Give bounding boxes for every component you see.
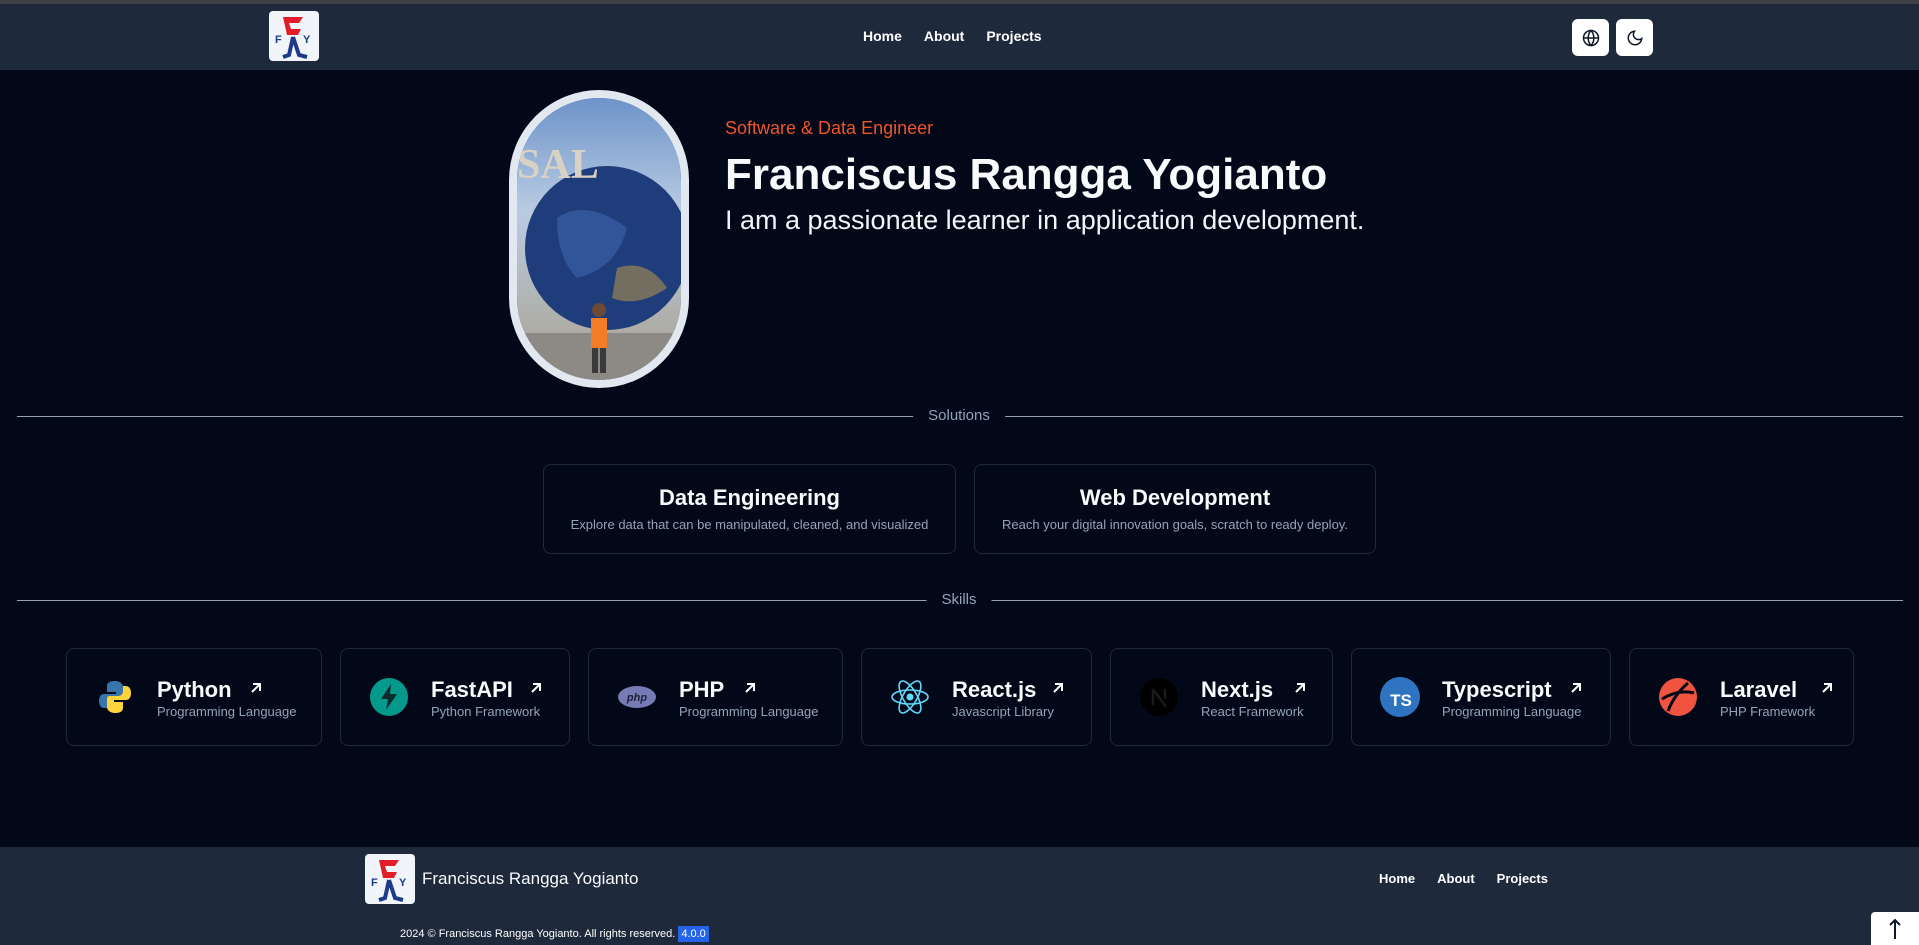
hero-tagline: I am a passionate learner in application… — [725, 205, 1365, 235]
solution-description: Reach your digital innovation goals, scr… — [1002, 517, 1348, 532]
svg-text:F: F — [371, 877, 378, 889]
skill-subtitle: PHP Framework — [1720, 704, 1816, 719]
skill-card-reactjs[interactable]: React.js Javascript Library — [861, 648, 1092, 746]
arrow-up-icon — [1889, 918, 1901, 939]
svg-text:Y: Y — [399, 877, 407, 889]
skill-card-typescript[interactable]: TS Typescript Programming Language — [1351, 648, 1611, 746]
footer-nav: Home About Projects — [1379, 871, 1548, 886]
profile-photo-graphic: SAL — [517, 98, 681, 380]
scroll-to-top-button[interactable] — [1871, 912, 1919, 945]
skill-subtitle: Programming Language — [679, 704, 819, 719]
theme-toggle-button[interactable] — [1616, 19, 1653, 56]
laravel-icon — [1659, 678, 1697, 716]
svg-text:SAL: SAL — [517, 142, 599, 188]
arrow-up-right-icon — [251, 683, 261, 693]
main-nav: Home About Projects — [863, 28, 1042, 44]
footer-nav-projects[interactable]: Projects — [1497, 871, 1548, 886]
svg-text:TS: TS — [1390, 691, 1412, 710]
globe-icon — [1582, 28, 1599, 47]
solution-title: Web Development — [1079, 485, 1271, 510]
hero-role: Software & Data Engineer — [725, 118, 934, 138]
arrow-up-right-icon — [1822, 683, 1832, 693]
python-icon — [99, 681, 131, 713]
skill-subtitle: Programming Language — [157, 704, 297, 719]
solutions-label: Solutions — [913, 407, 1005, 424]
skill-title: FastAPI — [431, 677, 513, 702]
react-icon — [891, 680, 929, 714]
solution-card-web-development[interactable]: Web Development Reach your digital innov… — [974, 464, 1376, 554]
footer-site-name: Franciscus Rangga Yogianto — [422, 869, 639, 888]
svg-text:php: php — [626, 692, 647, 704]
nextjs-icon — [1140, 678, 1178, 716]
php-icon: php — [618, 686, 656, 708]
solution-title: Data Engineering — [659, 485, 840, 510]
moon-icon — [1627, 29, 1643, 45]
footer-logo[interactable]: F Y — [365, 854, 415, 904]
skill-title: Next.js — [1201, 677, 1274, 702]
skill-title: Typescript — [1442, 677, 1552, 702]
skill-title: Python — [157, 677, 232, 702]
skill-subtitle: React Framework — [1201, 704, 1304, 719]
nav-home[interactable]: Home — [863, 28, 902, 44]
footer-nav-about[interactable]: About — [1437, 871, 1475, 886]
skill-subtitle: Programming Language — [1442, 704, 1582, 719]
skills-label: Skills — [926, 591, 992, 608]
version-badge: 4.0.0 — [678, 926, 709, 942]
skill-card-fastapi[interactable]: FastAPI Python Framework — [340, 648, 570, 746]
copyright-text: 2024 © Franciscus Rangga Yogianto. All r… — [400, 926, 709, 942]
skill-subtitle: Python Framework — [431, 704, 541, 719]
skill-title: React.js — [952, 677, 1037, 702]
logo-graphic: F Y — [371, 860, 407, 902]
solution-description: Explore data that can be manipulated, cl… — [570, 517, 929, 532]
copyright-label: 2024 © Franciscus Rangga Yogianto. All r… — [400, 928, 676, 940]
footer-nav-home[interactable]: Home — [1379, 871, 1415, 886]
hero-name: Franciscus Rangga Yogianto — [725, 150, 1328, 199]
logo-graphic: F Y — [275, 17, 311, 59]
top-navbar: F Y Home About Projects — [0, 4, 1919, 70]
typescript-icon: TS — [1380, 677, 1420, 717]
skill-title: PHP — [679, 677, 725, 702]
skill-subtitle: Javascript Library — [952, 704, 1054, 719]
arrow-up-right-icon — [1571, 683, 1581, 693]
site-footer: F Y Franciscus Rangga Yogianto Home Abou… — [0, 847, 1919, 945]
solution-card-data-engineering[interactable]: Data Engineering Explore data that can b… — [543, 464, 956, 554]
arrow-up-right-icon — [745, 683, 755, 693]
nav-about[interactable]: About — [924, 28, 964, 44]
nav-projects[interactable]: Projects — [986, 28, 1041, 44]
arrow-up-right-icon — [1053, 683, 1063, 693]
skill-card-php[interactable]: php PHP Programming Language — [588, 648, 843, 746]
skill-title: Laravel — [1720, 677, 1798, 702]
skill-card-nextjs[interactable]: Next.js React Framework — [1110, 648, 1333, 746]
svg-text:F: F — [275, 34, 282, 46]
language-button[interactable] — [1572, 19, 1609, 56]
fastapi-icon — [370, 678, 408, 716]
svg-text:Y: Y — [303, 34, 311, 46]
profile-photo: SAL — [509, 90, 689, 388]
arrow-up-right-icon — [1295, 683, 1305, 693]
arrow-up-right-icon — [531, 683, 541, 693]
skill-card-python[interactable]: Python Programming Language — [66, 648, 322, 746]
site-logo[interactable]: F Y — [269, 11, 319, 61]
skill-card-laravel[interactable]: Laravel PHP Framework — [1629, 648, 1854, 746]
